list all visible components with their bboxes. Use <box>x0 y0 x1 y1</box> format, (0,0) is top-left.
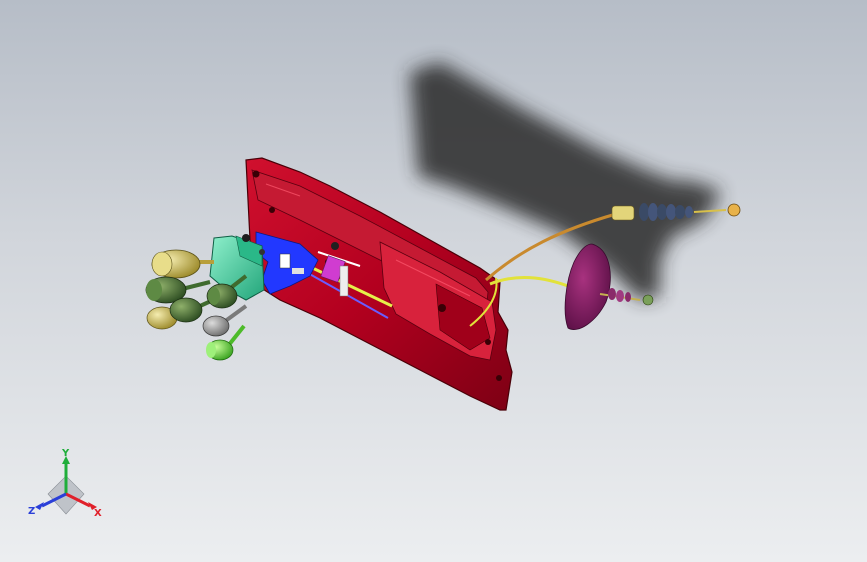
shift-knob-yellow[interactable] <box>151 249 214 279</box>
cad-model-view[interactable] <box>0 0 867 562</box>
x-axis-label: X <box>94 508 102 519</box>
y-axis-label: Y <box>61 448 70 459</box>
graphics-viewport[interactable]: Y X Z <box>0 0 867 562</box>
z-axis-label: Z <box>28 506 35 517</box>
orientation-triad[interactable]: Y X Z <box>26 448 106 520</box>
shift-knob-green-1[interactable] <box>145 276 211 304</box>
